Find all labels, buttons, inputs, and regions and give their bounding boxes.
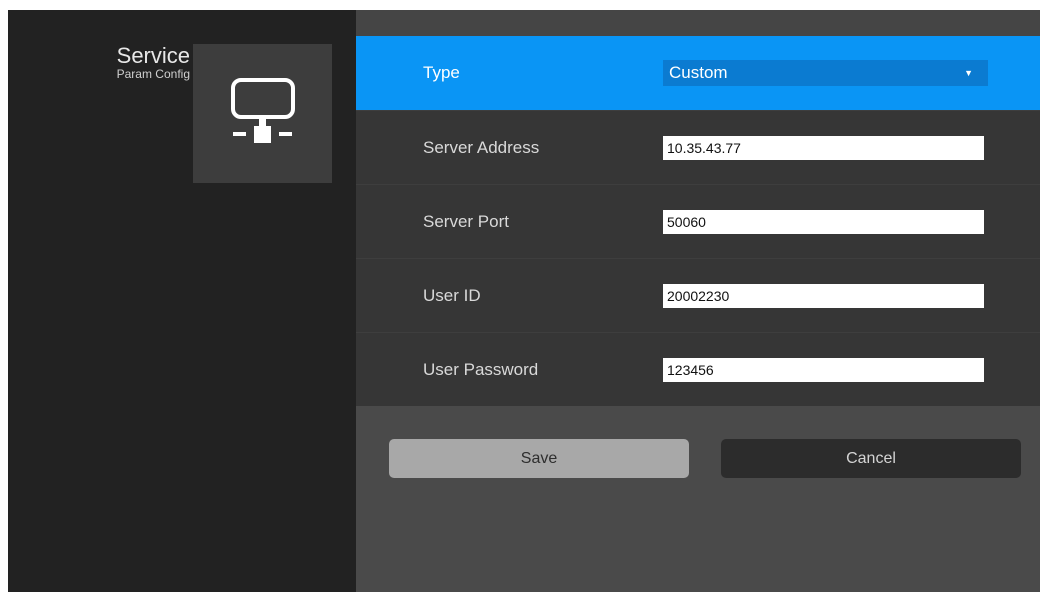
- user-id-field[interactable]: [663, 284, 984, 308]
- chevron-down-icon: ▼: [964, 68, 973, 78]
- type-select-value: Custom: [669, 63, 728, 82]
- server-address-label: Server Address: [423, 138, 540, 157]
- sidebar-title: Service: [116, 43, 190, 68]
- sidebar-subtitle: Param Config: [116, 67, 190, 81]
- type-label: Type: [423, 63, 460, 82]
- server-port-field[interactable]: [663, 210, 984, 234]
- form-row-server-port: Server Port: [356, 184, 1040, 258]
- user-password-label: User Password: [423, 360, 539, 379]
- user-id-label: User ID: [423, 286, 481, 305]
- main-top-strip: [356, 10, 1040, 36]
- type-select[interactable]: Custom ▼: [663, 60, 988, 86]
- form-row-type[interactable]: Type Custom ▼: [356, 36, 1040, 110]
- form-row-server-address: Server Address: [356, 110, 1040, 184]
- sidebar: Service Param Config: [8, 10, 356, 592]
- main-panel: Type Custom ▼ Server Address Server Port…: [356, 10, 1040, 592]
- form-row-user-id: User ID: [356, 258, 1040, 332]
- service-tile[interactable]: [193, 44, 332, 183]
- form-row-user-password: User Password: [356, 332, 1040, 406]
- network-monitor-icon: [231, 78, 295, 143]
- cancel-button[interactable]: Cancel: [721, 439, 1021, 478]
- server-address-field[interactable]: [663, 136, 984, 160]
- user-password-field[interactable]: [663, 358, 984, 382]
- app-window: Service Param Config Type Custom ▼ Serve…: [8, 10, 1040, 592]
- sidebar-heading: Service Param Config: [26, 44, 190, 81]
- save-button[interactable]: Save: [389, 439, 689, 478]
- server-port-label: Server Port: [423, 212, 509, 231]
